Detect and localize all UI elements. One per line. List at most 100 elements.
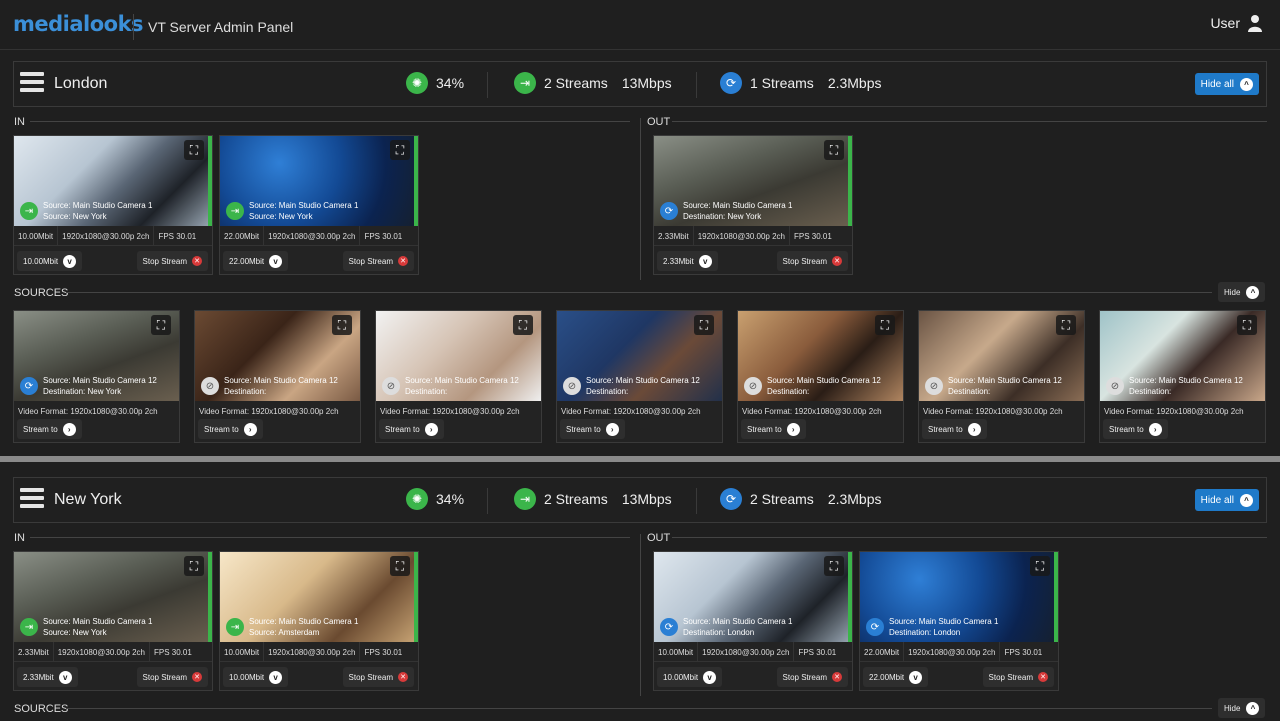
menu-icon[interactable] [20, 488, 44, 512]
stream-to-button[interactable]: Stream to › [17, 419, 82, 439]
caption-target: Destination: New York [683, 212, 762, 221]
video-thumbnail[interactable]: ⛶ ⟳ Source: Main Studio Camera 1 Destinatio… [860, 552, 1058, 642]
stream-to-button[interactable]: Stream to › [741, 419, 806, 439]
stream-to-label: Stream to [1109, 424, 1144, 434]
bitrate-value: 2.33Mbit [14, 642, 54, 661]
fullscreen-icon[interactable]: ⛶ [332, 315, 352, 335]
hide-sources-button[interactable]: Hide ^ [1218, 282, 1266, 302]
input-icon: ⇥ [20, 202, 38, 220]
video-thumbnail[interactable]: ⛶ ⊘ Source: Main Studio Camera 12 Destinati… [1100, 311, 1265, 401]
video-thumbnail[interactable]: ⛶ ⟳ Source: Main Studio Camera 1 Destinatio… [654, 136, 852, 226]
menu-icon[interactable] [20, 72, 44, 96]
stop-stream-button[interactable]: Stop Stream ✕ [342, 251, 414, 271]
stop-stream-button[interactable]: Stop Stream ✕ [982, 667, 1054, 687]
bitrate-select[interactable]: 22.00Mbit v [863, 667, 929, 687]
bitrate-select[interactable]: 10.00Mbit v [657, 667, 723, 687]
stat-divider [487, 488, 488, 514]
stream-controls: 10.00Mbit v Stop Stream ✕ [654, 665, 852, 689]
fullscreen-icon[interactable]: ⛶ [513, 315, 533, 335]
stop-stream-button[interactable]: Stop Stream ✕ [342, 667, 414, 687]
source-card: ⛶ ⊘ Source: Main Studio Camera 12 Destinati… [375, 310, 542, 443]
video-thumbnail[interactable]: ⛶ ⊘ Source: Main Studio Camera 12 Destinati… [919, 311, 1084, 401]
stream-to-button[interactable]: Stream to › [1103, 419, 1168, 439]
stop-stream-button[interactable]: Stop Stream ✕ [776, 251, 848, 271]
fullscreen-icon[interactable]: ⛶ [390, 140, 410, 160]
fullscreen-icon[interactable]: ⛶ [824, 556, 844, 576]
video-thumbnail[interactable]: ⛶ ⊘ Source: Main Studio Camera 12 Destinati… [738, 311, 903, 401]
video-thumbnail[interactable]: ⛶ ⇥ Source: Main Studio Camera 1 Source: Am… [220, 552, 418, 642]
video-thumbnail[interactable]: ⛶ ⊘ Source: Main Studio Camera 12 Destinati… [557, 311, 722, 401]
stat-divider [487, 72, 488, 98]
no-stream-icon: ⊘ [201, 377, 219, 395]
stream-caption: ⟳ Source: Main Studio Camera 1 Destination… [660, 200, 792, 222]
output-streams: 2 Streams [750, 491, 814, 507]
caption-text: Source: Main Studio Camera 1 Source: Amst… [249, 616, 358, 638]
hide-sources-button[interactable]: Hide ^ [1218, 698, 1266, 718]
logo[interactable]: medialooks [13, 12, 144, 36]
active-indicator [208, 552, 212, 642]
video-thumbnail[interactable]: ⛶ ⇥ Source: Main Studio Camera 1 Source: Ne… [14, 136, 212, 226]
column-separator [640, 534, 641, 696]
fullscreen-icon[interactable]: ⛶ [184, 556, 204, 576]
bitrate-select[interactable]: 22.00Mbit v [223, 251, 289, 271]
sources-divider [66, 708, 1212, 709]
chevron-down-icon: v [698, 254, 712, 268]
fps-value: FPS 30.01 [154, 648, 192, 657]
fullscreen-icon[interactable]: ⛶ [184, 140, 204, 160]
stream-controls: 22.00Mbit v Stop Stream ✕ [220, 249, 418, 273]
fullscreen-icon[interactable]: ⛶ [151, 315, 171, 335]
stream-to-button[interactable]: Stream to › [560, 419, 625, 439]
bitrate-value: 10.00Mbit [220, 642, 265, 661]
stream-to-button[interactable]: Stream to › [379, 419, 444, 439]
out-divider [672, 537, 1267, 538]
chevron-right-icon: › [786, 422, 800, 436]
video-thumbnail[interactable]: ⛶ ⇥ Source: Main Studio Camera 1 Source: Ne… [14, 552, 212, 642]
caption-text: Source: Main Studio Camera 12 Destination… [767, 375, 881, 397]
stop-stream-button[interactable]: Stop Stream ✕ [136, 667, 208, 687]
source-card: ⛶ ⊘ Source: Main Studio Camera 12 Destinati… [737, 310, 904, 443]
close-icon: ✕ [192, 672, 202, 682]
active-indicator [848, 136, 852, 226]
video-thumbnail[interactable]: ⛶ ⟳ Source: Main Studio Camera 1 Destinatio… [654, 552, 852, 642]
fullscreen-icon[interactable]: ⛶ [824, 140, 844, 160]
video-thumbnail[interactable]: ⛶ ⊘ Source: Main Studio Camera 12 Destinati… [195, 311, 360, 401]
bitrate-select-value: 10.00Mbit [229, 672, 265, 682]
hide-all-button[interactable]: Hide all ^ [1194, 489, 1259, 511]
video-thumbnail[interactable]: ⛶ ⇥ Source: Main Studio Camera 1 Source: Ne… [220, 136, 418, 226]
caption-text: Source: Main Studio Camera 12 Destination… [224, 375, 338, 397]
bitrate-select-value: 22.00Mbit [869, 672, 905, 682]
fullscreen-icon[interactable]: ⛶ [1056, 315, 1076, 335]
stream-controls: 2.33Mbit v Stop Stream ✕ [654, 249, 852, 273]
fullscreen-icon[interactable]: ⛶ [1237, 315, 1257, 335]
bitrate-select[interactable]: 2.33Mbit v [17, 667, 78, 687]
caption-target: Destination: [405, 387, 448, 396]
video-thumbnail[interactable]: ⛶ ⊘ Source: Main Studio Camera 12 Destinati… [376, 311, 541, 401]
stream-card: ⛶ ⇥ Source: Main Studio Camera 1 Source: Ne… [219, 135, 419, 275]
caption-text: Source: Main Studio Camera 1 Destination:… [889, 616, 998, 638]
stop-stream-button[interactable]: Stop Stream ✕ [776, 667, 848, 687]
top-bar: medialooks VT Server Admin Panel User [0, 0, 1280, 50]
fullscreen-icon[interactable]: ⛶ [390, 556, 410, 576]
sources-label: SOURCES [14, 287, 69, 299]
caption-text: Source: Main Studio Camera 1 Source: New … [249, 200, 358, 222]
video-thumbnail[interactable]: ⛶ ⟳ Source: Main Studio Camera 12 Destinati… [14, 311, 179, 401]
caption-target: Destination: [586, 387, 629, 396]
fps-value: FPS 30.01 [798, 648, 837, 657]
user-label: User [1210, 15, 1240, 31]
stop-stream-button[interactable]: Stop Stream ✕ [136, 251, 208, 271]
hide-all-button[interactable]: Hide all ^ [1194, 73, 1259, 95]
format-value: 1920x1080@30.00p 2ch [698, 642, 795, 661]
header-divider [133, 14, 134, 40]
chevron-up-icon: ^ [1246, 701, 1260, 715]
stream-to-button[interactable]: Stream to › [922, 419, 987, 439]
output-icon: ⟳ [866, 618, 884, 636]
user-menu[interactable]: User [1210, 14, 1262, 32]
stream-card: ⛶ ⇥ Source: Main Studio Camera 1 Source: Ne… [13, 551, 213, 691]
fullscreen-icon[interactable]: ⛶ [1030, 556, 1050, 576]
bitrate-select[interactable]: 10.00Mbit v [17, 251, 83, 271]
fullscreen-icon[interactable]: ⛶ [875, 315, 895, 335]
bitrate-select[interactable]: 2.33Mbit v [657, 251, 718, 271]
fullscreen-icon[interactable]: ⛶ [694, 315, 714, 335]
stream-to-button[interactable]: Stream to › [198, 419, 263, 439]
bitrate-select[interactable]: 10.00Mbit v [223, 667, 289, 687]
